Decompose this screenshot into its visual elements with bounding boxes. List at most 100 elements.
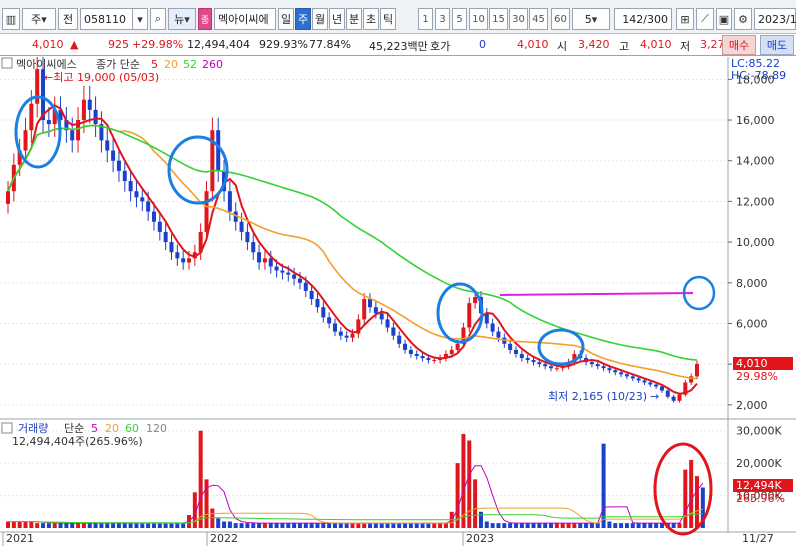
volume-bar (111, 523, 116, 528)
news-button[interactable]: 뉴 ▾ (168, 8, 196, 30)
volume-bar (128, 523, 133, 528)
indicator-icon[interactable]: ⊞ (676, 8, 694, 30)
period-button-2[interactable]: 월 (312, 8, 328, 30)
volume-bar (216, 518, 221, 528)
count-value: 142 (622, 12, 644, 26)
candle-body (677, 394, 682, 401)
candle-body (537, 362, 542, 365)
interval-button-60[interactable]: 60 (551, 8, 570, 30)
interval-button-10[interactable]: 10 (469, 8, 488, 30)
volume-bar (671, 523, 676, 528)
volume-bar (525, 523, 530, 528)
ma-title: 종가 단순 (96, 58, 140, 71)
period-button-1[interactable]: 주 (295, 8, 311, 30)
stock-chart[interactable]: 멕아이씨에스 종가 단순 5 20 52 260 ←최고 19,000 (05/… (0, 57, 796, 546)
interval-select[interactable]: 5 ▾ (572, 8, 610, 30)
ma-period-5: 5 (151, 58, 158, 71)
interval-button-3[interactable]: 3 (435, 8, 450, 30)
volume-bar (338, 523, 343, 528)
volume-bar (473, 479, 478, 528)
period-button-0[interactable]: 일 (278, 8, 294, 30)
sell-button[interactable]: 매도 (760, 35, 794, 55)
volume-bar (46, 523, 51, 528)
low-arrow-icon: → (650, 390, 659, 403)
candle-body (216, 130, 221, 171)
candle-body (338, 331, 343, 336)
save-icon[interactable]: ▣ (716, 8, 732, 30)
candle-body (350, 333, 355, 338)
candle-body (23, 130, 28, 151)
volume-bar (543, 523, 548, 528)
market-select[interactable]: 주 ▾ (22, 8, 56, 30)
x-axis-label: 11/27 (742, 532, 774, 545)
volume-bar (607, 521, 612, 528)
candle-body (543, 364, 548, 367)
buy-button[interactable]: 매수 (722, 35, 756, 55)
candle-body (251, 242, 256, 253)
volume-bar (368, 523, 373, 528)
count-field[interactable]: 142/300 (614, 8, 672, 30)
low-label: 저 (680, 40, 691, 53)
search-button[interactable]: ⌕ (150, 8, 166, 30)
up-arrow-icon: ▲ (70, 38, 79, 51)
volume-bar (245, 523, 250, 528)
volume-bar (169, 523, 174, 528)
interval-button-45[interactable]: 45 (529, 8, 548, 30)
candle-body (181, 258, 186, 263)
hoga-value: 0 (479, 38, 486, 51)
interval-button-15[interactable]: 15 (489, 8, 508, 30)
volume-bar (654, 523, 659, 528)
candle-body (157, 221, 162, 232)
period-type-select[interactable]: 전 (58, 8, 78, 30)
volume-bar (408, 523, 413, 528)
change-pct: +29.98% (132, 38, 184, 51)
candle-body (531, 360, 536, 363)
layout-icon[interactable]: ▥ (2, 8, 20, 30)
volume-bar (695, 476, 699, 528)
volume-bar (286, 523, 291, 528)
volume-bar (332, 523, 337, 528)
candle-body (227, 191, 232, 212)
quote-bar: 4,010 ▲ 925 +29.98% 12,494,404 929.93% 7… (0, 35, 796, 56)
volume-panel-toggle-icon[interactable] (1, 422, 13, 434)
last-volume-pct: 265.96% (736, 492, 785, 505)
volume-bar (64, 523, 69, 528)
volume-bar (81, 523, 86, 528)
panel-toggle-icon[interactable] (1, 57, 13, 69)
volume-bar (315, 523, 320, 528)
stock-name-field[interactable]: 멕아이씨에 (214, 8, 276, 30)
volume-bar (23, 521, 28, 528)
candle-body (473, 297, 478, 304)
volume-bar (122, 523, 127, 528)
candle-body (87, 99, 92, 110)
period-button-4[interactable]: 분 (346, 8, 362, 30)
candle-body (315, 299, 320, 308)
candle-body (513, 349, 518, 354)
volume-bar (619, 523, 624, 528)
interval-button-5[interactable]: 5 (452, 8, 467, 30)
gear-icon[interactable]: ⚙ (734, 8, 752, 30)
last-pct-tag: 29.98% (736, 370, 778, 383)
price-tick-label: 2,000 (736, 399, 768, 412)
price-tick-label: 14,000 (736, 155, 775, 168)
volume-bar (210, 508, 215, 528)
candle-body (70, 130, 75, 141)
volume-bar (584, 523, 589, 528)
stock-tag-label: 종 (200, 15, 210, 26)
period-button-3[interactable]: 년 (329, 8, 345, 30)
period-button-6[interactable]: 틱 (380, 8, 396, 30)
code-dropdown[interactable]: ▾ (132, 8, 148, 30)
interval-button-1[interactable]: 1 (418, 8, 433, 30)
volume-bar (157, 523, 162, 528)
volume-bar (362, 523, 367, 528)
trend-icon[interactable]: ⟋ (696, 8, 714, 30)
volume-bar (613, 523, 618, 528)
interval-button-30[interactable]: 30 (509, 8, 528, 30)
period-button-5[interactable]: 초 (363, 8, 379, 30)
date-field[interactable]: 2023/1 (754, 8, 796, 30)
candle-body (175, 252, 180, 259)
volume-bar (297, 523, 302, 528)
volume-bar (490, 523, 495, 528)
volume-bar (601, 443, 606, 528)
volume-bar (432, 523, 437, 528)
